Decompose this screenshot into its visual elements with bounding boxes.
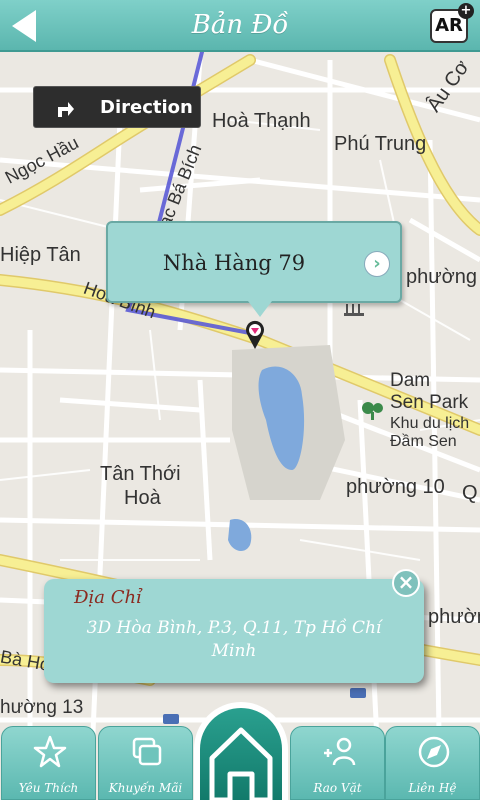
compass-icon	[418, 736, 450, 768]
map-label: Dam	[390, 370, 431, 391]
map-label: Q	[462, 482, 478, 504]
page-title: Bản Đồ	[191, 10, 289, 40]
tab-label: Khuyến Mãi	[108, 781, 183, 795]
tab-label: Yêu Thích	[18, 781, 79, 795]
map-label: phường 10	[346, 476, 445, 498]
direction-label: Direction	[100, 97, 193, 118]
chevron-right-icon[interactable]: ›	[364, 251, 390, 277]
direction-button[interactable]: Direction	[33, 86, 201, 128]
map-label: hường 13	[0, 697, 84, 718]
address-heading: Địa Chỉ	[74, 587, 142, 608]
tab-yeu-thich[interactable]: Yêu Thích	[1, 726, 96, 800]
tab-label: Liên Hệ	[408, 781, 457, 795]
home-button-bg	[200, 708, 282, 800]
tab-khuyen-mai[interactable]: Khuyến Mãi	[98, 726, 193, 800]
home-icon	[209, 727, 273, 800]
map-label: Đầm Sen	[390, 433, 457, 450]
tab-home[interactable]	[194, 702, 288, 800]
address-text: 3D Hòa Bình, P.3, Q.11, Tp Hồ Chí Minh	[86, 618, 382, 661]
map-label: Hoà	[124, 487, 161, 509]
turn-right-icon	[58, 102, 74, 117]
map-label: Phú Trung	[334, 133, 427, 155]
people-icon	[324, 737, 356, 766]
stack-icon	[132, 737, 162, 766]
star-icon	[33, 735, 67, 768]
tab-label: Rao Vặt	[313, 781, 362, 795]
bottom-tab-bar: Yêu Thích Khuyến Mãi Rao Vặt Liên Hệ	[0, 702, 480, 800]
map-label: Hoà Thạnh	[212, 110, 311, 132]
ar-label: AR	[435, 15, 463, 36]
tab-rao-vat[interactable]: Rao Vặt	[290, 726, 385, 800]
map-label: Tân Thới	[100, 463, 181, 485]
ar-button[interactable]: AR +	[430, 3, 474, 43]
map-label: Sen Park	[390, 392, 469, 413]
header-bar: Bản Đồ AR +	[0, 0, 480, 52]
place-callout[interactable]: Nhà Hàng 79 ›	[106, 221, 402, 317]
map-label: phường 2	[428, 606, 480, 628]
close-icon[interactable]: ×	[392, 569, 420, 597]
plus-icon: +	[458, 3, 474, 19]
tab-lien-he[interactable]: Liên Hệ	[385, 726, 480, 800]
map-label: Khu du lịch	[390, 415, 470, 432]
map-pin-icon[interactable]	[244, 320, 266, 350]
place-name: Nhà Hàng 79	[162, 251, 306, 275]
address-panel: Địa Chỉ 3D Hòa Bình, P.3, Q.11, Tp Hồ Ch…	[44, 569, 424, 683]
callout-tail	[248, 301, 272, 317]
map-label: Hiệp Tân	[0, 244, 81, 266]
map-label: phường	[406, 266, 477, 288]
